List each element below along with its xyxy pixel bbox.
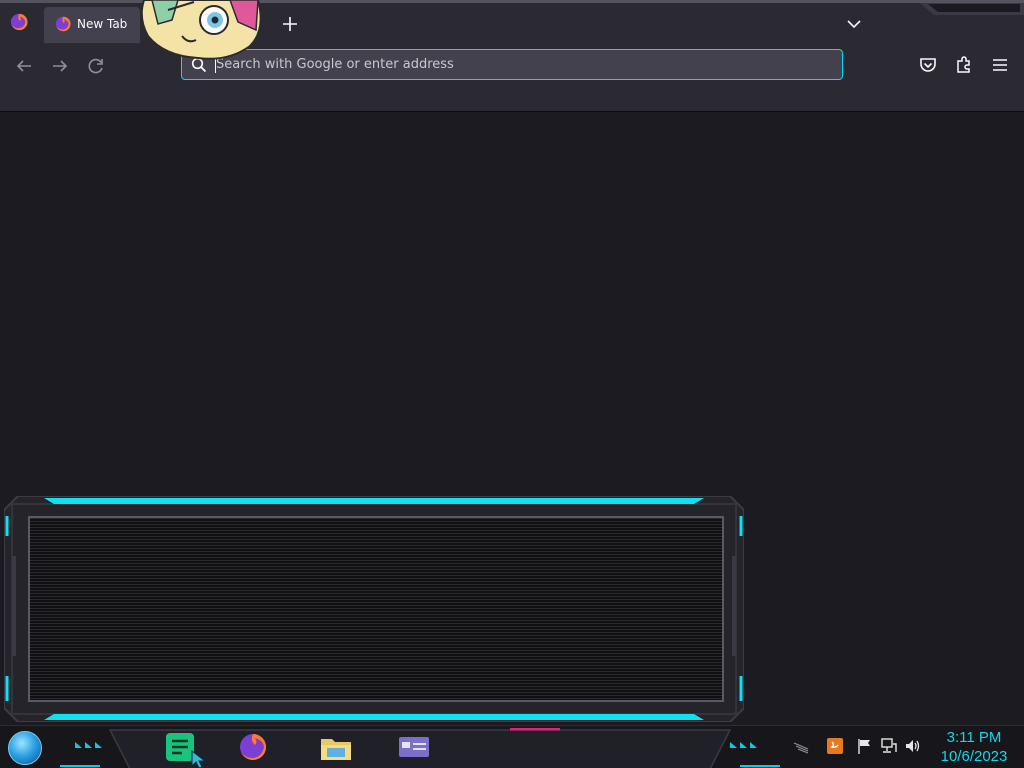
back-button[interactable] [12,54,36,78]
file-explorer-icon[interactable] [319,731,353,763]
control-panel-icon[interactable] [397,731,431,763]
desktop-frame-widget [4,496,744,722]
action-center-flag-icon[interactable] [856,737,874,755]
tab-title: New Tab [77,17,128,31]
firefox-taskbar-icon[interactable] [236,731,270,763]
tab-new-tab[interactable]: New Tab [44,7,140,43]
forward-button[interactable] [48,54,72,78]
desktop: New Tab Search with Google or enter addr… [0,0,1024,768]
start-button[interactable] [8,731,42,765]
extensions-icon[interactable] [953,54,975,76]
hamburger-menu-icon[interactable] [989,54,1011,76]
firefox-favicon-icon [55,16,71,32]
system-tray [790,735,930,759]
frame-screen [28,516,724,702]
window-frame-decoration [920,3,1024,15]
plus-icon [283,17,297,31]
reload-button[interactable] [84,54,108,78]
show-hidden-icons-icon[interactable] [792,737,810,755]
taskbar: 3:11 PM 10/6/2023 [0,725,1024,768]
anime-character-sticker [140,0,262,60]
system-clock[interactable]: 3:11 PM 10/6/2023 [934,728,1014,768]
clock-date: 10/6/2023 [940,748,1008,765]
list-all-tabs-button[interactable] [843,13,865,35]
mouse-cursor-icon [191,750,207,768]
new-tab-button[interactable] [279,13,301,35]
address-bar[interactable]: Search with Google or enter address [181,49,843,80]
clock-time: 3:11 PM [946,729,1002,746]
pocket-icon[interactable] [917,54,939,76]
network-icon[interactable] [880,737,898,755]
java-update-icon[interactable] [826,737,844,755]
volume-icon[interactable] [904,737,922,755]
firefox-menu-icon[interactable] [10,13,28,31]
